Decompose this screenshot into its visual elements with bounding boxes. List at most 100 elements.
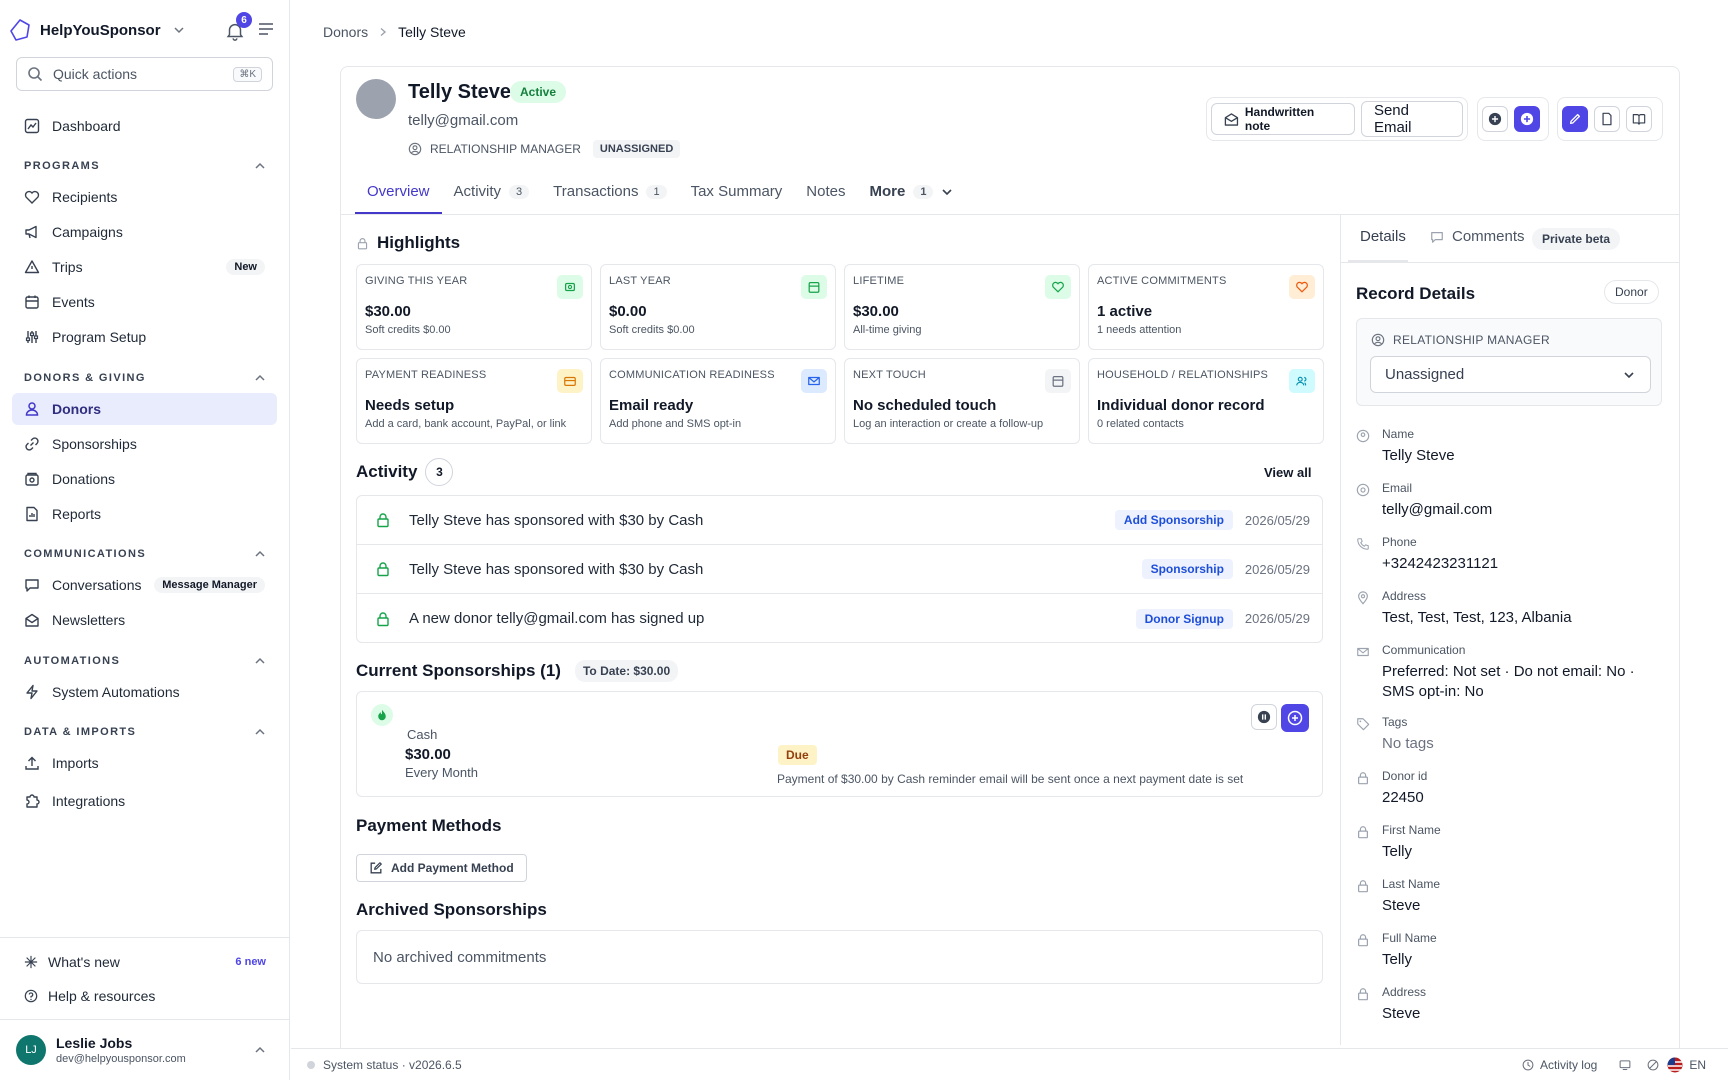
sidebar-item-campaigns[interactable]: Campaigns [12, 216, 277, 248]
contrast-icon[interactable] [1647, 1059, 1659, 1071]
field-label: First Name [1382, 823, 1441, 837]
sidebar-item-label: Program Setup [52, 329, 147, 345]
tab-comments[interactable]: Comments [1430, 228, 1525, 245]
section-automations[interactable]: AUTOMATIONS [24, 655, 266, 667]
sidebar-item-newsletters[interactable]: Newsletters [12, 604, 277, 636]
sidebar-item-conversations[interactable]: Conversations Message Manager [12, 569, 277, 601]
brand-name: HelpYouSponsor [40, 21, 161, 39]
user-menu[interactable]: LJ Leslie Jobs dev@helpyousponsor.com [16, 1032, 274, 1068]
section-data-imports[interactable]: DATA & IMPORTS [24, 726, 266, 738]
breadcrumb-donors[interactable]: Donors [323, 24, 368, 40]
highlight-sub: Log an interaction or create a follow-up [853, 418, 1044, 430]
menu-icon[interactable] [258, 22, 274, 36]
tab-more[interactable]: More 1 [857, 171, 965, 214]
handwritten-note-button[interactable]: Handwritten note [1211, 103, 1355, 135]
sidebar-item-trips[interactable]: Trips New [12, 251, 277, 283]
list-item[interactable]: Telly Steve has sponsored with $30 by Ca… [357, 496, 1322, 545]
pause-button[interactable] [1251, 704, 1277, 730]
user-info: Leslie Jobs dev@helpyousponsor.com [56, 1035, 186, 1065]
help-resources-link[interactable]: Help & resources [16, 982, 274, 1010]
sidebar-item-sponsorships[interactable]: Sponsorships [12, 428, 277, 460]
section-title: DATA & IMPORTS [24, 726, 137, 738]
section-programs[interactable]: PROGRAMS [24, 160, 266, 172]
plus-circle-icon [1488, 112, 1502, 126]
tab-tax-summary[interactable]: Tax Summary [679, 171, 795, 214]
relationship-manager-select[interactable]: Unassigned [1370, 356, 1651, 393]
add-button[interactable] [1482, 106, 1508, 132]
highlight-value: 1 active [1097, 303, 1153, 320]
sidebar-item-label: Sponsorships [52, 436, 137, 452]
tab-transactions[interactable]: Transactions 1 [541, 171, 678, 214]
sidebar-item-dashboard[interactable]: Dashboard [12, 110, 277, 142]
rm-field-label: RELATIONSHIP MANAGER [1371, 333, 1550, 347]
field-communication: Communication Preferred: Not set · Do not… [1356, 643, 1676, 702]
quick-actions-search[interactable]: Quick actions ⌘K [16, 57, 273, 91]
tab-details[interactable]: Details [1360, 228, 1406, 245]
lock-icon [1358, 988, 1368, 1001]
whats-new-link[interactable]: What's new 6 new [16, 948, 274, 976]
list-item[interactable]: Telly Steve has sponsored with $30 by Ca… [357, 545, 1322, 594]
users-icon [25, 402, 39, 416]
edit-button[interactable] [1562, 106, 1588, 132]
activity-log-link[interactable]: Activity log [1522, 1058, 1597, 1072]
field-value[interactable]: Steve [1382, 1004, 1676, 1024]
add-primary-button[interactable] [1514, 106, 1540, 132]
sidebar-item-reports[interactable]: Reports [12, 498, 277, 530]
activity-text: Telly Steve has sponsored with $30 by Ca… [409, 511, 704, 529]
section-donors-giving[interactable]: DONORS & GIVING [24, 372, 266, 384]
comment-icon [1431, 231, 1443, 243]
view-all-link[interactable]: View all [1264, 465, 1311, 480]
sidebar-item-imports[interactable]: Imports [12, 747, 277, 779]
highlight-label: LAST YEAR [609, 275, 671, 287]
us-flag-icon [1667, 1057, 1683, 1072]
field-value[interactable]: Telly Steve [1382, 446, 1676, 466]
field-value[interactable]: Telly [1382, 950, 1676, 970]
tab-notes[interactable]: Notes [794, 171, 857, 214]
brand-switcher[interactable]: HelpYouSponsor [8, 18, 185, 42]
sidebar-item-events[interactable]: Events [12, 286, 277, 318]
heart-icon [1289, 275, 1315, 299]
sidebar-item-recipients[interactable]: Recipients [12, 181, 277, 213]
report-icon [26, 506, 38, 522]
system-status[interactable]: System status · v2026.6.5 [323, 1058, 462, 1072]
sidebar-item-integrations[interactable]: Integrations [12, 785, 277, 817]
upload-icon [25, 756, 39, 770]
activity-tag: Donor Signup [1135, 608, 1233, 629]
record-type-badge: Donor [1604, 280, 1659, 304]
send-email-label: Send Email [1373, 102, 1412, 136]
puzzle-icon [26, 794, 40, 808]
sidebar-item-donations[interactable]: Donations [12, 463, 277, 495]
book-button[interactable] [1626, 106, 1652, 132]
lock-icon [1358, 934, 1368, 947]
field-value[interactable]: telly@gmail.com [1382, 500, 1676, 520]
send-email-button[interactable]: Send Email [1360, 101, 1463, 137]
field-value[interactable]: No tags [1382, 734, 1676, 754]
plus-circle-icon [1520, 112, 1534, 126]
highlight-value: Needs setup [365, 397, 455, 414]
tab-label: Notes [806, 183, 846, 200]
language-switcher[interactable]: EN [1667, 1057, 1706, 1073]
field-phone: Phone +3242423231121 [1356, 535, 1676, 574]
brand-logo-icon [10, 19, 30, 41]
field-value[interactable]: Preferred: Not set · Do not email: No · … [1382, 662, 1642, 702]
sidebar-item-program-setup[interactable]: Program Setup [12, 321, 277, 353]
field-value[interactable]: Test, Test, Test, 123, Albania [1382, 608, 1676, 628]
help-label: Help & resources [48, 988, 156, 1004]
list-item[interactable]: A new donor telly@gmail.com has signed u… [357, 594, 1322, 643]
field-value[interactable]: Steve [1382, 896, 1676, 916]
section-communications[interactable]: COMMUNICATIONS [24, 548, 266, 560]
sidebar-item-system-automations[interactable]: System Automations [12, 676, 277, 708]
document-button[interactable] [1594, 106, 1620, 132]
avatar: LJ [16, 1035, 46, 1065]
field-value[interactable]: Telly [1382, 842, 1676, 862]
monitor-icon[interactable] [1619, 1059, 1631, 1071]
add-payment-method-button[interactable]: Add Payment Method [356, 854, 527, 882]
card-icon [557, 369, 583, 393]
sidebar-item-donors[interactable]: Donors [12, 393, 277, 425]
tab-activity[interactable]: Activity 3 [442, 171, 542, 214]
add-sponsorship-button[interactable] [1281, 704, 1309, 732]
field-value[interactable]: +3242423231121 [1382, 554, 1676, 574]
field-value[interactable]: 22450 [1382, 788, 1676, 808]
tab-overview[interactable]: Overview [355, 171, 442, 214]
field-first-name: First Name Telly [1356, 823, 1676, 862]
